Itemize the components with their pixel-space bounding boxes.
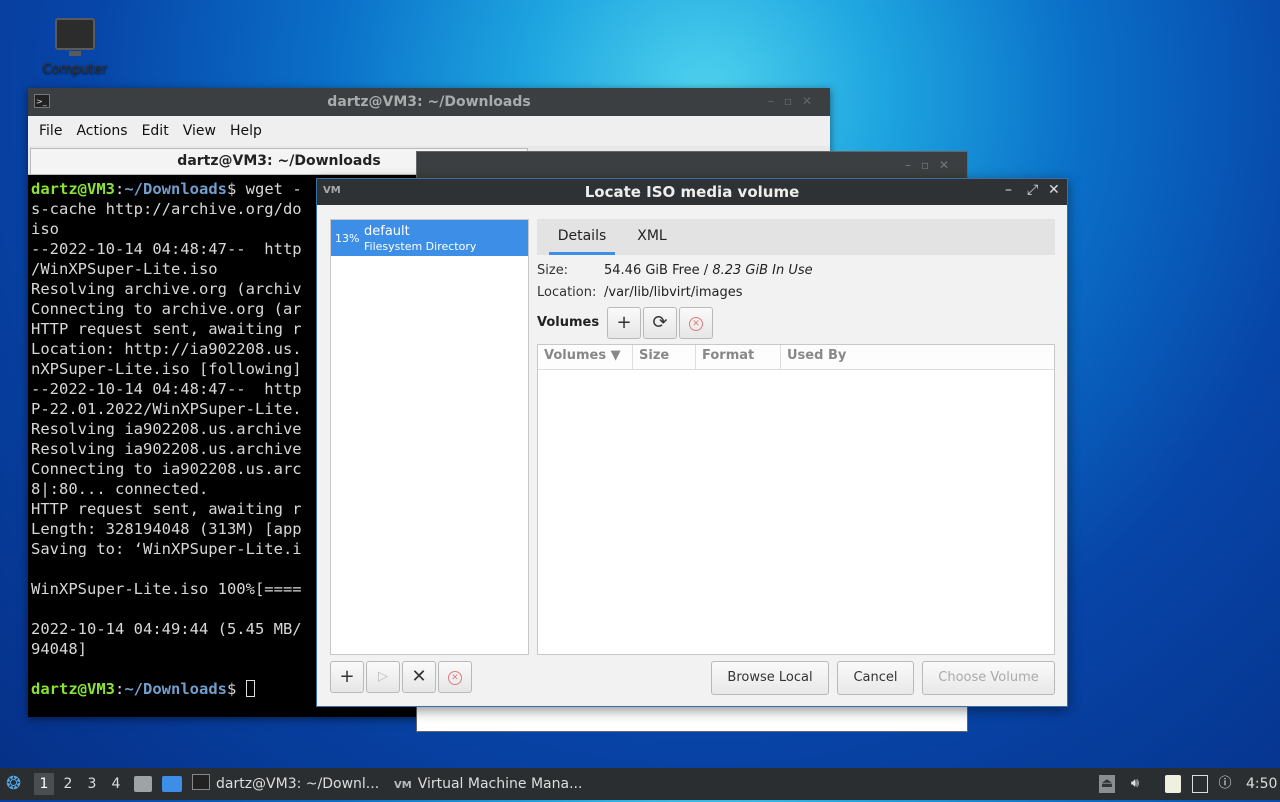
cancel-button[interactable]: Cancel <box>837 661 914 695</box>
column-format[interactable]: Format <box>696 345 781 369</box>
stop-pool-button[interactable]: ✕ <box>438 661 472 693</box>
location-label: Location: <box>537 285 597 300</box>
size-label: Size: <box>537 263 569 278</box>
column-size[interactable]: Size <box>633 345 696 369</box>
column-volumes[interactable]: Volumes ▼ <box>538 345 633 369</box>
workspace-1[interactable]: 1 <box>34 773 54 795</box>
clock[interactable]: 4:50 <box>1246 768 1277 800</box>
desktop-icon-label: Computer <box>42 62 108 77</box>
terminal-cursor <box>245 680 255 697</box>
maximize-icon[interactable]: ⤢ <box>1027 182 1038 198</box>
file-manager-icon[interactable] <box>134 776 152 792</box>
delete-pool-button[interactable]: ✕ <box>402 661 436 693</box>
minimize-icon[interactable]: – <box>1005 182 1012 198</box>
tab-details[interactable]: Details <box>549 219 615 255</box>
column-used-by[interactable]: Used By <box>781 345 1054 369</box>
dialog-title: Locate ISO media volume <box>584 183 800 201</box>
terminal-menubar: File Actions Edit View Help <box>28 116 830 146</box>
monitor-icon <box>55 18 95 56</box>
dialog-titlebar[interactable]: VM Locate ISO media volume – ⤢ ✕ <box>317 179 1067 205</box>
menu-help[interactable]: Help <box>223 123 269 139</box>
workspace-2[interactable]: 2 <box>58 773 78 795</box>
menu-view[interactable]: View <box>176 123 223 139</box>
choose-volume-button[interactable]: Choose Volume <box>922 661 1055 695</box>
add-pool-button[interactable]: + <box>330 661 364 693</box>
task-terminal-label: dartz@VM3: ~/Downl... <box>216 776 380 792</box>
menu-file[interactable]: File <box>32 123 69 139</box>
details-tabbar: Details XML <box>537 219 1055 255</box>
show-desktop-icon[interactable] <box>162 776 182 792</box>
eject-icon[interactable]: ⏏ <box>1099 775 1115 793</box>
terminal-titlebar[interactable]: >_ dartz@VM3: ~/Downloads –▫✕ <box>28 88 830 116</box>
locate-iso-dialog[interactable]: VM Locate ISO media volume – ⤢ ✕ 13% def… <box>316 178 1068 707</box>
browse-local-button[interactable]: Browse Local <box>711 661 829 695</box>
add-volume-button[interactable]: + <box>607 307 641 339</box>
terminal-task-icon <box>192 774 210 790</box>
notification-icon[interactable]: ⓘ <box>1217 775 1233 793</box>
start-menu-icon[interactable]: ❂ <box>6 768 21 800</box>
sort-desc-icon: ▼ <box>610 348 621 363</box>
volumes-label: Volumes <box>537 315 600 330</box>
volumes-table[interactable]: Volumes ▼ Size Format Used By <box>537 344 1055 655</box>
workspace-3[interactable]: 3 <box>82 773 102 795</box>
task-virt-manager-label: Virtual Machine Mana... <box>417 776 583 792</box>
pool-usage-percent: 13% <box>335 232 360 245</box>
delete-volume-button[interactable]: ✕ <box>679 307 713 339</box>
terminal-title: dartz@VM3: ~/Downloads <box>327 94 531 110</box>
pool-name: default <box>364 224 410 239</box>
volumes-table-header: Volumes ▼ Size Format Used By <box>538 345 1054 370</box>
start-pool-button[interactable]: ▷ <box>366 661 400 693</box>
task-virt-manager[interactable]: VM Virtual Machine Mana... <box>394 768 594 800</box>
pool-type: Filesystem Directory <box>364 240 477 253</box>
workspace-4[interactable]: 4 <box>106 773 126 795</box>
taskbar: ❂ 1 2 3 4 dartz@VM3: ~/Downl... VM Virtua… <box>0 768 1280 800</box>
volume-icon[interactable]: 🔊︎ <box>1127 775 1143 793</box>
terminal-tab-title: dartz@VM3: ~/Downloads <box>177 153 381 169</box>
delete-icon: ✕ <box>689 317 703 331</box>
task-terminal[interactable]: dartz@VM3: ~/Downl... <box>192 768 382 800</box>
close-icon[interactable]: ✕ <box>1048 182 1060 198</box>
size-value: 54.46 GiB Free / 8.23 GiB In Use <box>604 263 813 278</box>
location-value: /var/lib/libvirt/images <box>604 285 743 300</box>
pool-details-pane: Details XML Size: 54.46 GiB Free / 8.23 … <box>537 219 1055 655</box>
virt-manager-task-icon: VM <box>394 780 412 791</box>
clipboard-icon[interactable] <box>1165 775 1181 793</box>
tab-xml[interactable]: XML <box>627 219 677 255</box>
window-buttons[interactable]: –▫✕ <box>417 152 967 178</box>
computer-desktop-icon[interactable]: Computer <box>30 14 120 77</box>
network-icon[interactable] <box>1192 775 1208 793</box>
pool-item-default[interactable]: 13% default Filesystem Directory <box>331 220 528 256</box>
menu-actions[interactable]: Actions <box>69 123 134 139</box>
storage-pool-list[interactable]: 13% default Filesystem Directory <box>330 219 529 655</box>
stop-icon: ✕ <box>448 671 462 685</box>
window-buttons[interactable]: –▫✕ <box>768 94 822 108</box>
menu-edit[interactable]: Edit <box>135 123 176 139</box>
refresh-volumes-button[interactable]: ⟳ <box>643 307 677 339</box>
